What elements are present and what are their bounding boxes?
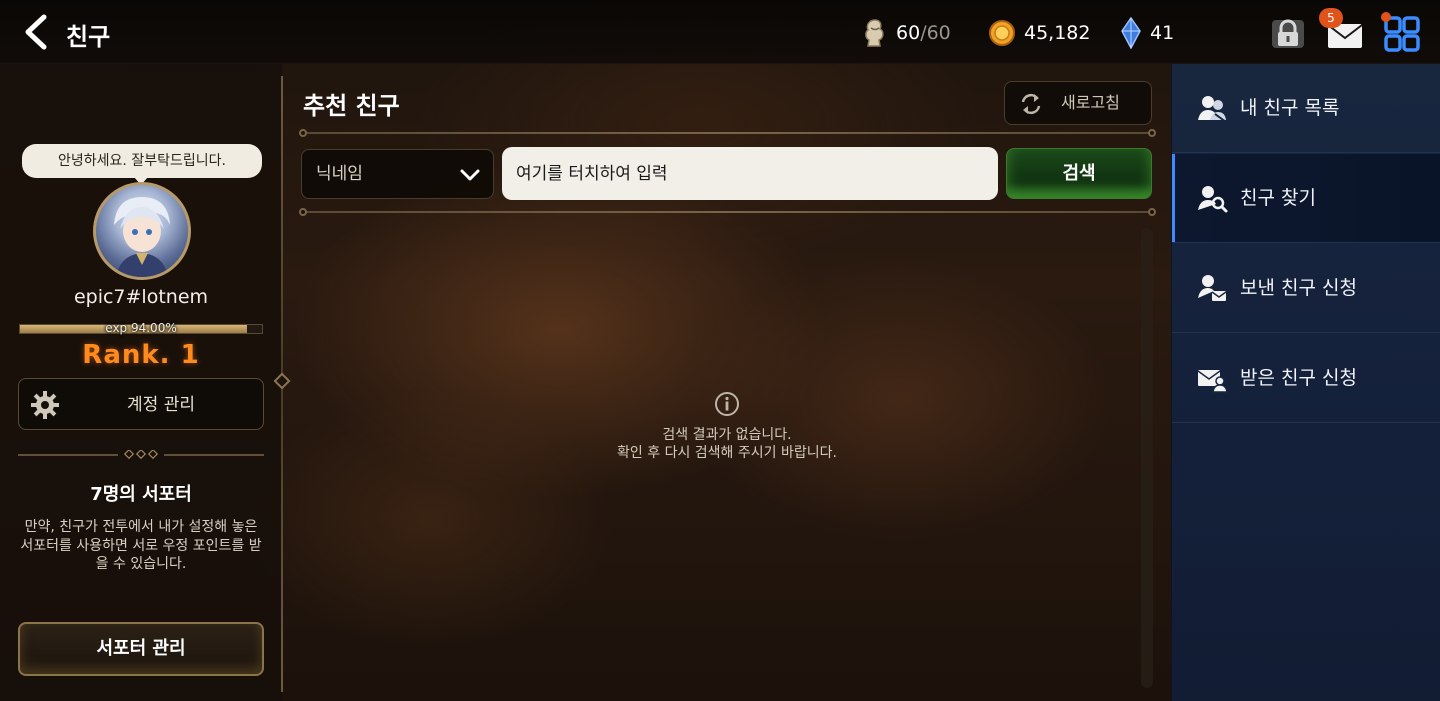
sidebar-item-friend-list[interactable]: 내 친구 목록: [1172, 64, 1440, 153]
sidebar-item-label: 친구 찾기: [1240, 187, 1316, 209]
stamina-counter[interactable]: 60/60: [862, 18, 951, 48]
gold-counter[interactable]: 45,182: [988, 18, 1090, 48]
friend-menu-sidebar: 내 친구 목록 친구 찾기 보낸 친구 신청 받은 친구 신청: [1171, 64, 1440, 701]
find-friend-icon: [1198, 186, 1228, 213]
sent-request-icon: [1198, 275, 1227, 301]
search-divider: [306, 211, 1150, 213]
avatar[interactable]: [93, 182, 191, 280]
account-management-button[interactable]: 계정 관리: [18, 378, 264, 430]
sidebar-item-label: 보낸 친구 신청: [1240, 277, 1357, 299]
supporter-management-button[interactable]: 서포터 관리: [18, 622, 264, 676]
skystone-gem-icon: [1121, 17, 1141, 49]
sidebar-item-label: 받은 친구 신청: [1240, 367, 1357, 389]
sidebar-item-sent-requests[interactable]: 보낸 친구 신청: [1172, 244, 1440, 333]
skystone-amount: 41: [1150, 22, 1175, 44]
refresh-icon: [1021, 93, 1041, 115]
received-request-icon: [1197, 370, 1228, 393]
chevron-down-icon: [460, 169, 480, 181]
back-arrow-icon[interactable]: [18, 12, 58, 52]
greeting-bubble[interactable]: 안녕하세요. 잘부탁드립니다.: [22, 144, 262, 185]
results-scrollbar[interactable]: [1141, 228, 1153, 688]
lock-icon[interactable]: [1268, 14, 1308, 54]
page-title: 친구: [66, 23, 111, 51]
divider-dot: [299, 129, 307, 137]
search-type-selected: 닉네임: [316, 164, 363, 184]
info-icon: [715, 392, 739, 416]
sidebar-item-find-friend[interactable]: 친구 찾기: [1172, 154, 1440, 243]
sidebar-item-label: 내 친구 목록: [1240, 97, 1340, 119]
stamina-max: /60: [920, 22, 951, 44]
player-nickname: epic7#lotnem: [73, 286, 209, 308]
empty-results-message: 검색 결과가 없습니다. 확인 후 다시 검색해 주시기 바랍니다.: [540, 426, 914, 462]
stamina-current: 60: [896, 22, 921, 44]
header-divider: [306, 132, 1150, 134]
exp-percentage: exp 94.00%: [105, 321, 177, 335]
search-input[interactable]: [502, 147, 998, 200]
supporter-description: 만약, 친구가 전투에서 내가 설정해 놓은 서포터를 사용하면 서로 우정 포…: [20, 519, 262, 572]
refresh-label: 새로고침: [1061, 93, 1120, 112]
top-bar: 친구 60/60 45,182 41 5: [0, 0, 1440, 64]
skystone-counter[interactable]: 41: [1120, 17, 1175, 49]
empty-results-line-2: 확인 후 다시 검색해 주시기 바랍니다.: [617, 445, 837, 461]
divider-dot: [299, 208, 307, 216]
section-title: 추천 친구: [303, 92, 400, 120]
gold-coin-icon: [989, 20, 1015, 46]
friends-list-icon: [1198, 96, 1227, 123]
refresh-button[interactable]: 새로고침: [1004, 81, 1152, 125]
stamina-icon: [865, 19, 884, 47]
menu-notification-dot: [1381, 12, 1391, 22]
divider-dot: [1148, 129, 1156, 137]
mail-count-badge: 5: [1319, 8, 1343, 28]
search-button[interactable]: 검색: [1006, 148, 1152, 199]
account-management-label: 계정 관리: [127, 395, 195, 415]
divider-dot: [1148, 208, 1156, 216]
sidebar-item-received-requests[interactable]: 받은 친구 신청: [1172, 334, 1440, 423]
player-rank: Rank. 1: [82, 340, 200, 370]
empty-results-line-1: 검색 결과가 없습니다.: [662, 427, 792, 443]
supporter-count-title: 7명의 서포터: [90, 484, 192, 505]
gold-amount: 45,182: [1024, 22, 1091, 44]
search-type-dropdown[interactable]: 닉네임: [301, 149, 494, 199]
ornament-divider: [18, 450, 264, 460]
